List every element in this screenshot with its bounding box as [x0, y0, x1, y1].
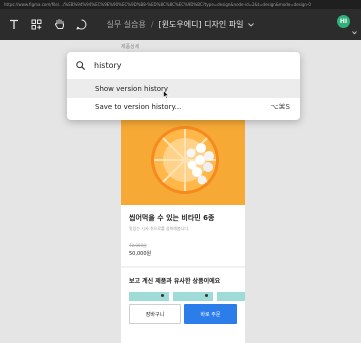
sale-price: 50,000원 — [129, 251, 152, 257]
similar-product-thumbnail[interactable] — [129, 292, 169, 301]
buy-now-button[interactable]: 바로 주문 — [184, 304, 237, 324]
search-icon — [76, 61, 85, 70]
file-breadcrumb: 실무 실습용 / [윈도우에디] 디자인 파일 — [0, 9, 361, 40]
section-divider — [121, 266, 245, 268]
command-palette: Show version history Save to version his… — [67, 52, 300, 120]
browser-url-bar[interactable]: https://www.figma.com/file/…/%EB%94%94%E… — [0, 0, 361, 9]
similar-products-row — [129, 292, 245, 301]
file-name[interactable]: [윈도우에디] 디자인 파일 — [159, 19, 244, 30]
avatar[interactable]: HI — [337, 15, 350, 28]
similar-products-title: 보고 계신 제품과 유사한 상품이에요 — [129, 278, 221, 285]
menu-item-label: Show version history — [95, 85, 169, 93]
orange-vitamin-illustration — [151, 126, 219, 194]
menu-item-label: Save to version history... — [95, 103, 182, 111]
add-to-cart-button[interactable]: 장바구니 — [129, 304, 181, 324]
breadcrumb-separator: / — [150, 20, 154, 29]
avatar-chevron-down-icon[interactable] — [352, 20, 357, 39]
product-description: 맛있는 시사 쉬으로를 섭취해봅니다. — [129, 226, 190, 231]
similar-product-thumbnail[interactable] — [217, 292, 245, 301]
product-title: 씹어먹을 수 있는 비타민 6종 — [129, 214, 215, 222]
command-search-input[interactable] — [94, 58, 284, 73]
project-name[interactable]: 실무 실습용 — [107, 19, 146, 30]
frame-label[interactable]: 제품상세 — [121, 43, 139, 50]
menu-item-save-to-version-history[interactable]: Save to version history... ⌥⌘S — [67, 98, 300, 116]
chevron-down-icon[interactable] — [248, 22, 255, 27]
keyboard-shortcut: ⌥⌘S — [270, 103, 290, 111]
mouse-pointer-icon — [163, 90, 169, 99]
product-hero-image — [121, 120, 245, 205]
command-search-row — [67, 52, 300, 80]
figma-toolbar: 실무 실습용 / [윈도우에디] 디자인 파일 HI — [0, 9, 361, 40]
menu-item-show-version-history[interactable]: Show version history — [67, 80, 300, 98]
original-price: 70,000원 — [129, 243, 147, 248]
similar-product-thumbnail[interactable] — [173, 292, 213, 301]
